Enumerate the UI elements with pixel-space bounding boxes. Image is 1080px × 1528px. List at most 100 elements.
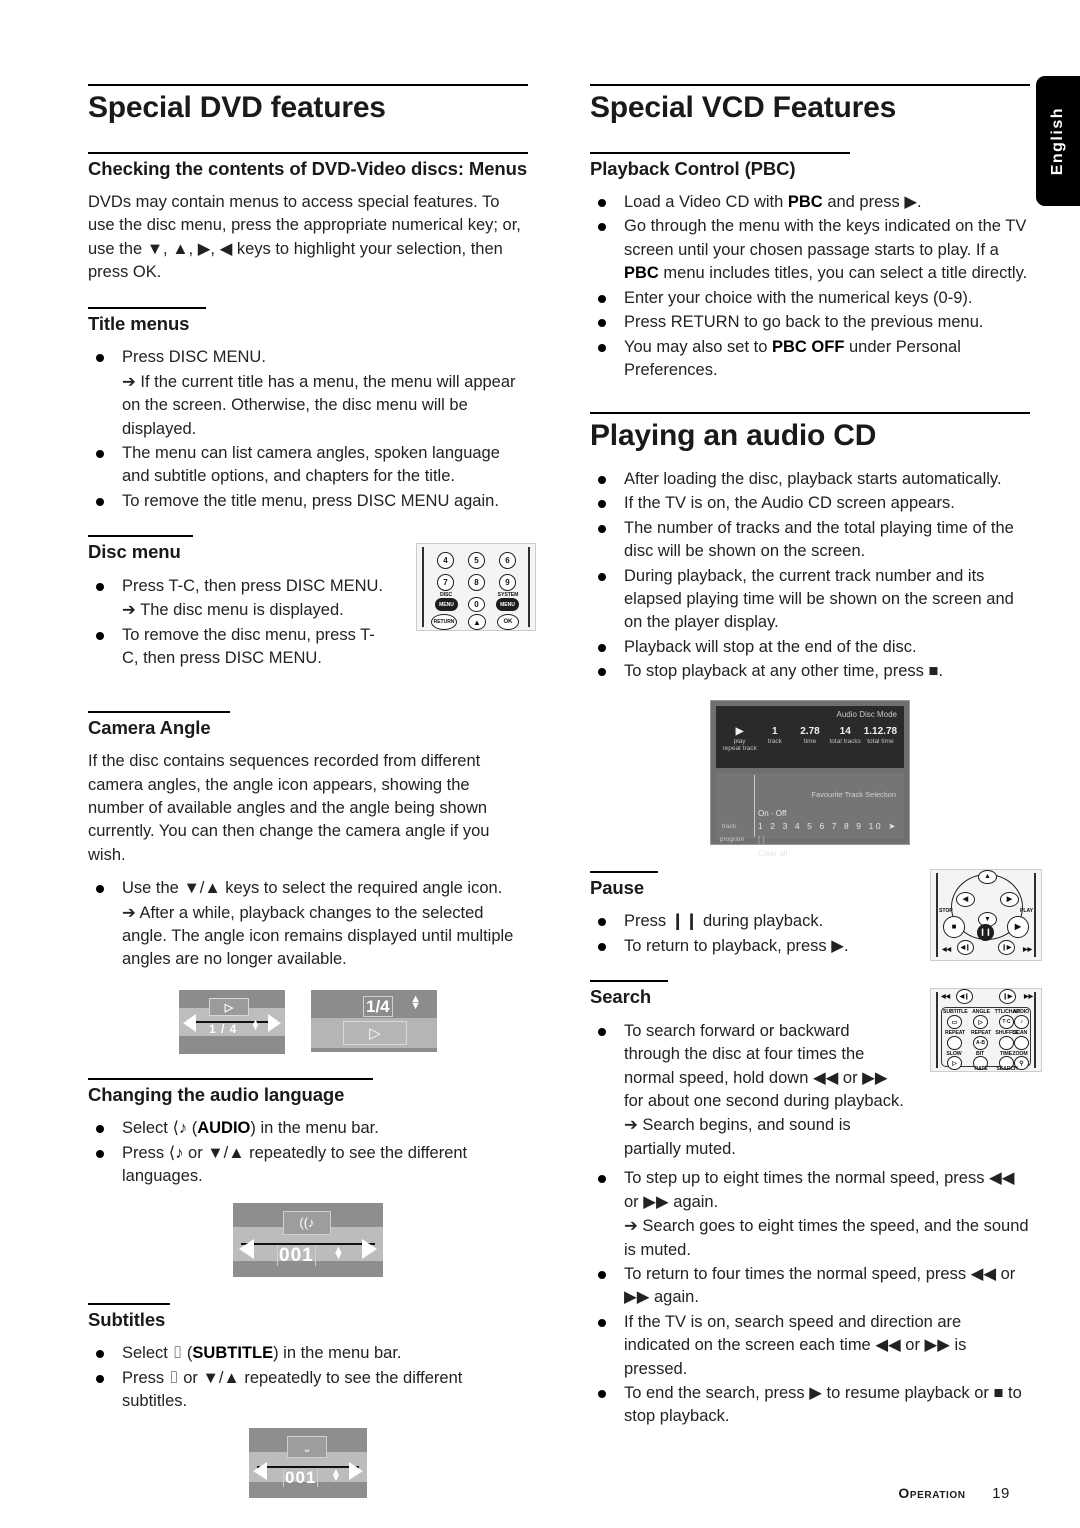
key-7-icon: 7 (437, 574, 454, 592)
angle-osd-figures: ▷ 1 / 4 ▲ ▼ 1/4 ▲ ▼ ▷ (88, 989, 528, 1054)
left-arrow-icon: ◀ (956, 891, 975, 907)
vcd-title-block: Special VCD Features (590, 84, 1030, 126)
list-audio-cd: After loading the disc, playback starts … (590, 468, 1030, 684)
previous-track-icon: ◀❙ (957, 939, 974, 955)
language-tab: English (1036, 76, 1080, 206)
list-item: The menu can list camera angles, spoken … (88, 442, 528, 489)
track-row-label: track (722, 822, 737, 830)
fts-on-off-toggle[interactable]: On · Off (758, 809, 786, 818)
audio-disc-mode-label: Audio Disc Mode (836, 709, 897, 719)
spinner-icon: ▲ ▼ (333, 1243, 344, 1263)
track-numbers[interactable]: 1 2 3 4 5 6 7 8 9 10 ➤ (758, 821, 898, 832)
audio-menubar-osd: ((♪ 001 ▲ ▼ (233, 1202, 383, 1277)
list-camera-angle: Use the ▼/▲ keys to select the required … (88, 877, 528, 972)
subtitle-number-value: 001 (283, 1467, 319, 1487)
list-item: To search forward or backward through th… (590, 1020, 910, 1114)
panel-divider (754, 774, 755, 837)
favourite-track-panel: Favourite Track Selection On · Off track… (716, 772, 904, 858)
key-8-icon: 8 (468, 574, 485, 592)
angle-fraction-value: 1/4 (363, 995, 393, 1017)
clear-all-button[interactable]: Clear all (758, 849, 787, 858)
stat-label: total time (867, 737, 894, 745)
heading-rule (590, 151, 850, 154)
manual-page: English Special DVD features Checking th… (0, 0, 1080, 1528)
osd-left-arrow-icon (239, 1238, 254, 1259)
list-item-note: ➔ Search begins, and sound is partially … (624, 1116, 851, 1158)
audio-icon: ((♪ (283, 1210, 331, 1235)
remote-edge-right (528, 547, 530, 628)
right-arrow-icon: ▶ (1000, 891, 1019, 907)
heading-pbc: Playback Control (PBC) (590, 151, 1030, 181)
page-title-audio-cd: Playing an audio CD (590, 419, 877, 453)
list-item: To return to four times the normal speed… (590, 1263, 1030, 1310)
list-item: Load a Video CD with PBC and press ▶. (590, 191, 1030, 214)
list-item: To remove the disc menu, press T-C, then… (88, 624, 388, 671)
title-rule (590, 84, 1030, 86)
rate-label: RATE (974, 1066, 988, 1073)
stat-value: 14 (839, 725, 851, 737)
list-item: Enter your choice with the numerical key… (590, 287, 1030, 310)
heading-rule (88, 710, 230, 713)
angle-fraction: 1/4 (363, 995, 393, 1017)
system-menu-key-icon: MENU (496, 598, 519, 612)
spinner-icon: ▲ ▼ (331, 1466, 341, 1484)
heading-checking-contents: Checking the contents of DVD-Video discs… (88, 151, 528, 181)
next-track-icon: ❙▶ (999, 989, 1016, 1005)
stat-value: 1.12.78 (863, 725, 898, 737)
list-item: To return to playback, press ▶. (590, 935, 890, 958)
heading-text: Title menus (88, 312, 190, 334)
list-pause: Press ❙❙ during playback. To return to p… (590, 910, 890, 958)
list-item-note: ➔ Search goes to eight times the speed, … (624, 1217, 1029, 1259)
remote-edge-right (1034, 872, 1036, 957)
list-item: Press T-C, then press DISC MENU. (88, 575, 388, 598)
rewind-icon: ◀◀ (942, 946, 952, 953)
list-item: To remove the title menu, press DISC MEN… (88, 490, 528, 513)
stat-label: time (803, 737, 817, 745)
stat-value: 2.78 (800, 725, 820, 737)
heading-rule (88, 306, 206, 309)
list-item: You may also set to PBC OFF under Person… (590, 336, 1030, 383)
page-title-vcd: Special VCD Features (590, 91, 897, 124)
return-key-icon: RETURN (431, 614, 457, 631)
osd-left-arrow-icon (253, 1461, 267, 1480)
stat-track: 1 track (757, 726, 792, 752)
stat-total-tracks: 14 total tracks (828, 726, 863, 752)
list-item: Press DISC MENU. (88, 346, 528, 369)
disc-menu-key-icon: MENU (435, 598, 458, 612)
audio-cd-title-block: Playing an audio CD (590, 412, 1030, 454)
stat-play: ▶ play repeat track (722, 726, 757, 752)
heading-rule (590, 870, 658, 873)
remote-transport-figure: ▲ ◀ ▶ ▼ STOP PLAY ■ ▶ ❙❙ ◀◀ ◀❙ ❙▶ ▶▶ (930, 868, 1042, 961)
heading-rule (88, 1302, 170, 1305)
forward-icon: ▶▶ (1022, 946, 1032, 953)
audio-track-number-value: 001 (277, 1244, 316, 1266)
heading-rule (590, 980, 668, 983)
heading-text: Camera Angle (88, 716, 211, 738)
list-item: Press ⟨♪ or ▼/▲ repeatedly to see the di… (88, 1142, 528, 1189)
audio-disc-screen-figure: Audio Disc Mode ▶ play repeat track 1 tr… (590, 699, 1030, 858)
page-footer: Operation 19 (0, 1485, 1080, 1502)
list-item: To end the search, press ▶ to resume pla… (590, 1382, 1030, 1429)
angle-value: 1 / 4 (209, 1021, 238, 1036)
footer-section: Operation (898, 1485, 966, 1501)
key-4-icon: 4 (437, 552, 454, 570)
stop-label: STOP (939, 907, 953, 914)
list-subtitles: Select ⌷ (SUBTITLE) in the menu bar. Pre… (88, 1342, 528, 1413)
list-item-note: ➔ The disc menu is displayed. (122, 601, 344, 620)
list-search-cont: To step up to eight times the normal spe… (590, 1167, 1030, 1429)
angle-icon: ▷ (209, 997, 249, 1016)
search-label: SEARCH (996, 1066, 1018, 1073)
heading-rule (88, 151, 528, 154)
audio-disc-screen: Audio Disc Mode ▶ play repeat track 1 tr… (710, 699, 910, 858)
heading-text: Subtitles (88, 1308, 166, 1330)
heading-subtitles: Subtitles (88, 1302, 528, 1332)
key-6-icon: 6 (499, 552, 516, 570)
footer-page-number: 19 (992, 1485, 1010, 1502)
pause-button-icon: ❙❙ (977, 923, 994, 941)
next-track-icon: ❙▶ (998, 939, 1015, 955)
play-label: PLAY (1020, 907, 1033, 914)
list-item: During playback, the current track numbe… (590, 565, 1030, 635)
up-key-icon: ▲ (468, 614, 486, 631)
title-rule (88, 84, 528, 86)
angle-glyph-icon: ▷ (343, 1020, 407, 1045)
